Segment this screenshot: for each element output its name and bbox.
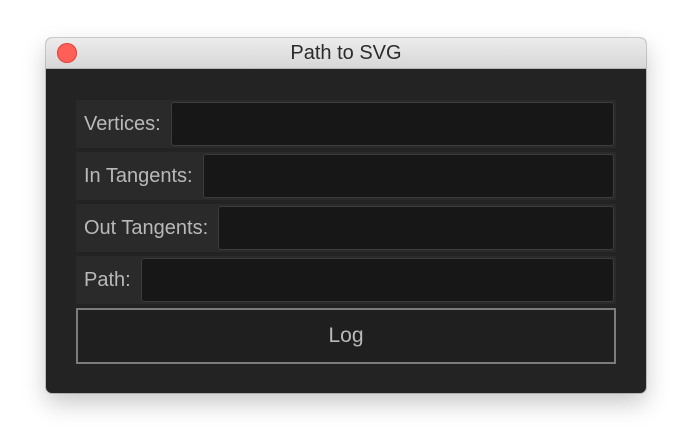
path-input[interactable] bbox=[140, 258, 614, 302]
vertices-row: Vertices: bbox=[76, 100, 616, 148]
dialog-window: Path to SVG Vertices: In Tangents: Out T… bbox=[46, 38, 646, 393]
vertices-label: Vertices: bbox=[84, 112, 161, 135]
in-tangents-input[interactable] bbox=[202, 154, 614, 198]
window-title: Path to SVG bbox=[290, 42, 402, 64]
path-row: Path: bbox=[76, 256, 616, 304]
out-tangents-input[interactable] bbox=[218, 206, 614, 250]
vertices-input[interactable] bbox=[170, 102, 614, 146]
out-tangents-row: Out Tangents: bbox=[76, 204, 616, 252]
path-label: Path: bbox=[84, 268, 131, 291]
in-tangents-label: In Tangents: bbox=[84, 164, 193, 187]
title-bar[interactable]: Path to SVG bbox=[46, 38, 646, 69]
out-tangents-label: Out Tangents: bbox=[84, 216, 209, 239]
log-button[interactable]: Log bbox=[76, 308, 616, 364]
form-panel: Vertices: In Tangents: Out Tangents: Pat… bbox=[76, 100, 616, 364]
in-tangents-row: In Tangents: bbox=[76, 152, 616, 200]
